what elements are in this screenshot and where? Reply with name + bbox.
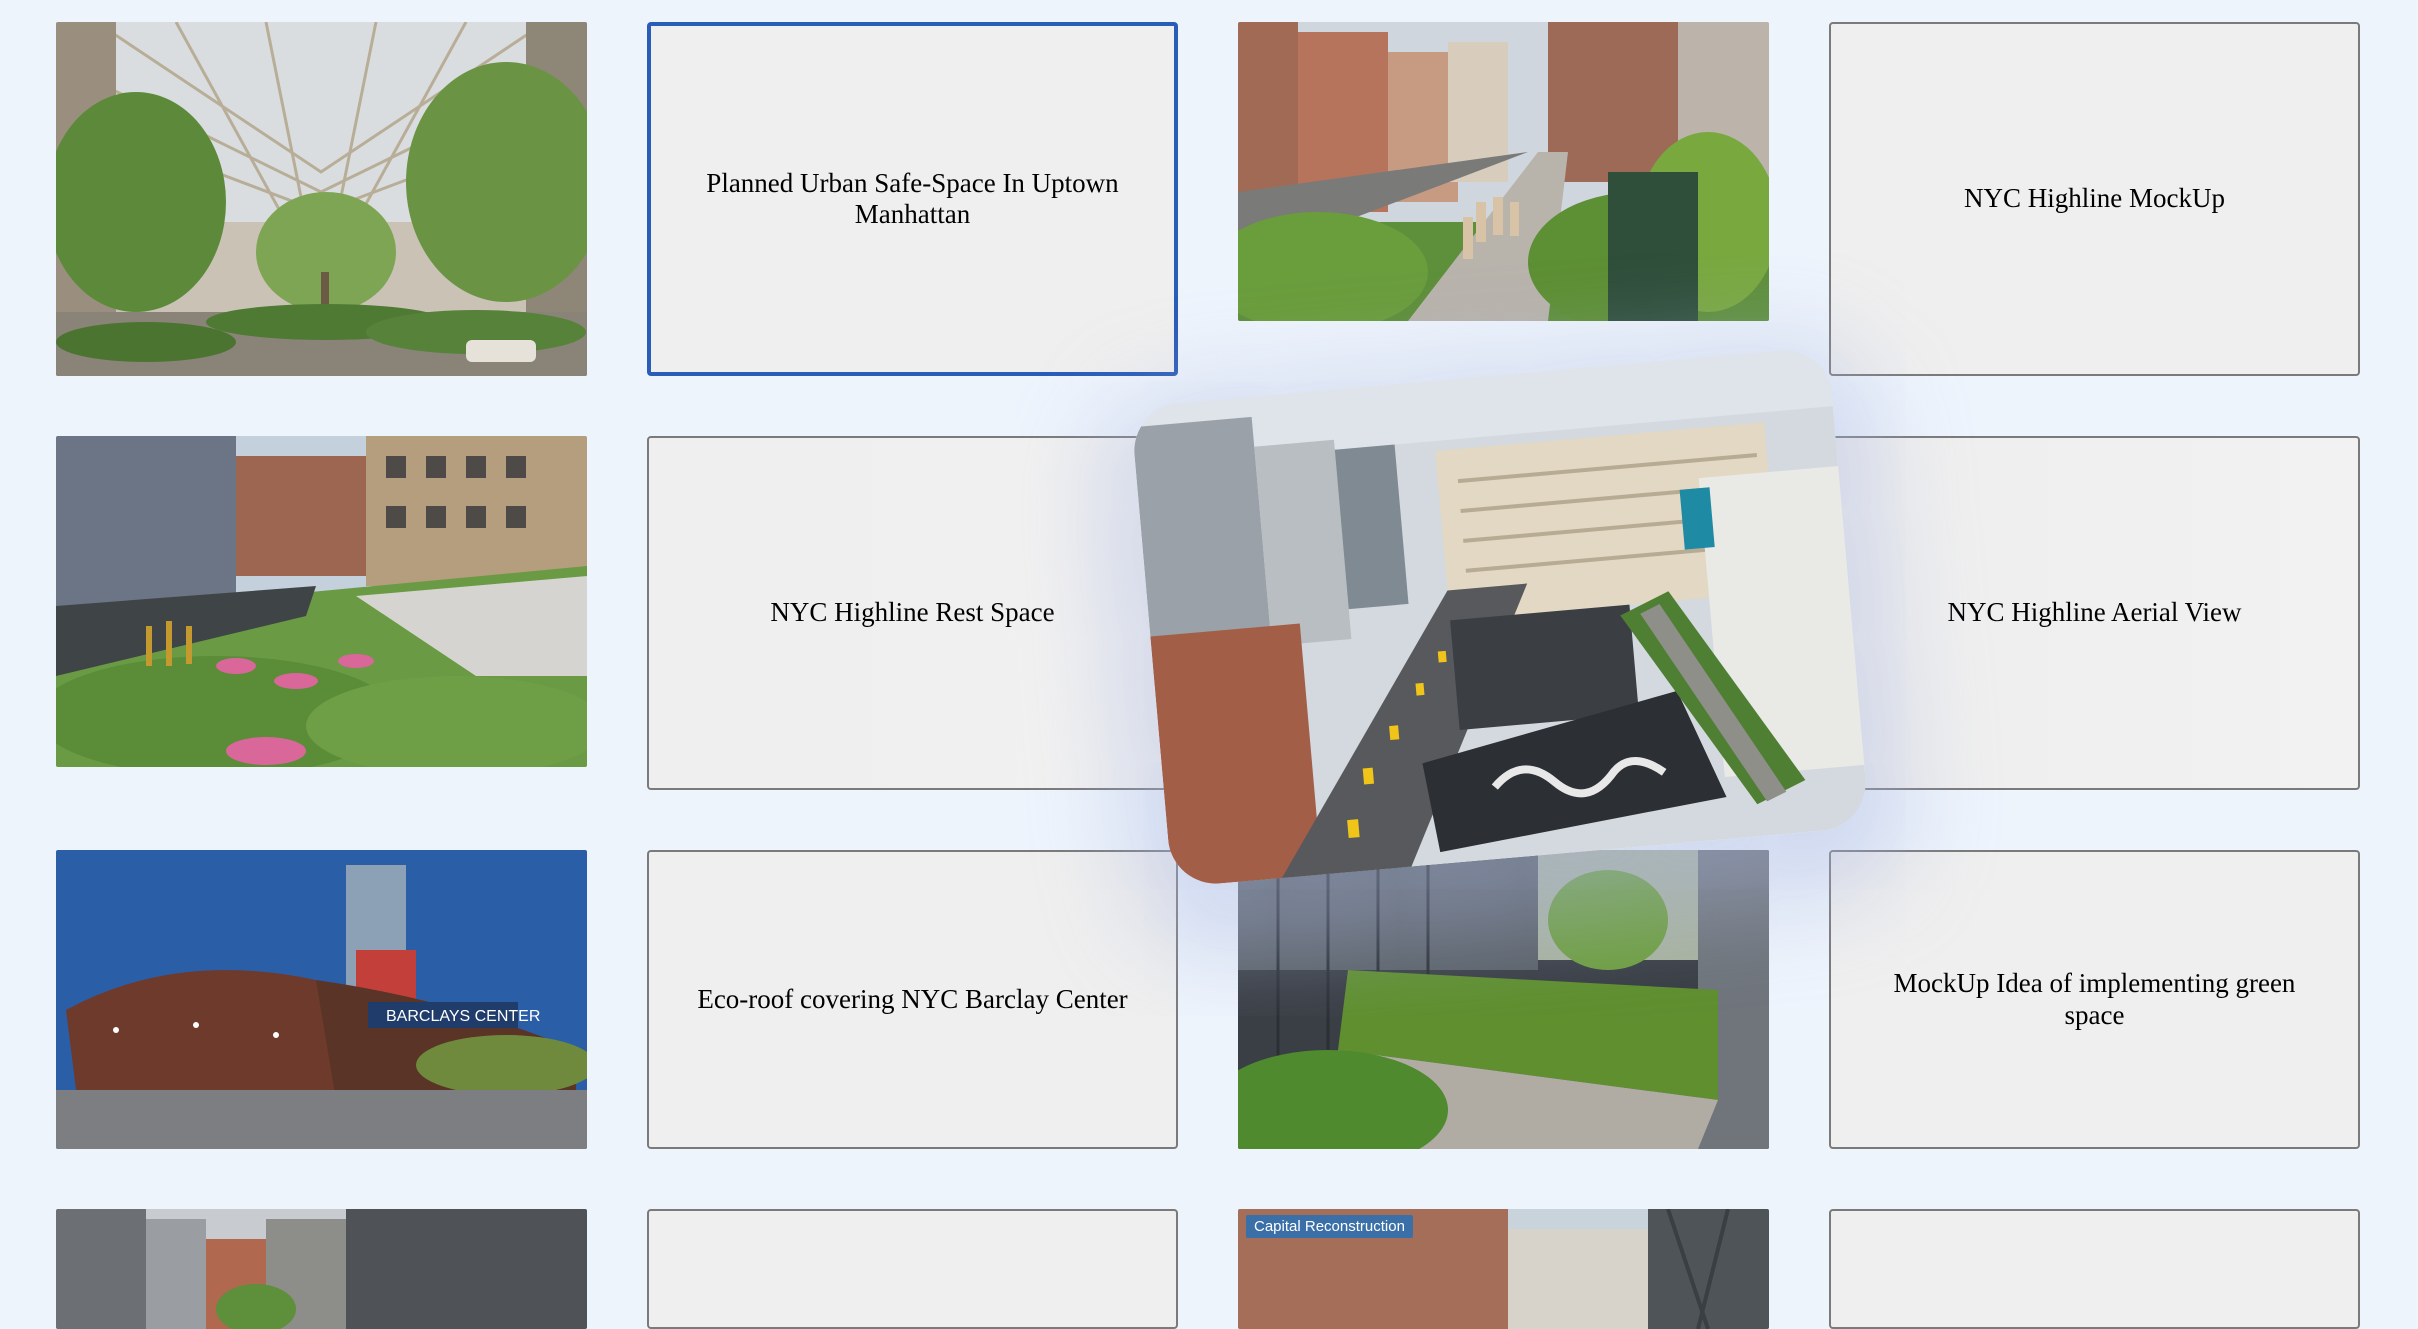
highline-garden-image xyxy=(56,436,587,767)
photo-street-buildings[interactable] xyxy=(56,1209,587,1329)
card-label: NYC Highline Rest Space xyxy=(770,597,1055,628)
barclays-center-image: BARCLAYS CENTER xyxy=(56,850,587,1149)
barclays-sign-text: BARCLAYS CENTER xyxy=(386,1008,540,1025)
highline-walkway-image xyxy=(1238,22,1769,321)
green-roof-image xyxy=(1238,850,1769,1149)
photo-green-atrium-roof[interactable] xyxy=(1238,850,1769,1149)
card-nyc-highline-rest-space[interactable]: NYC Highline Rest Space xyxy=(647,436,1178,790)
card-row4-col2[interactable] xyxy=(647,1209,1178,1329)
photo-highline-walkway[interactable] xyxy=(1238,22,1769,321)
photo-highline-rest-garden[interactable] xyxy=(56,436,587,767)
street-buildings-image xyxy=(56,1209,587,1329)
card-label: Planned Urban Safe-Space In Uptown Manha… xyxy=(706,167,1119,229)
photo-capital-reconstruction[interactable]: Capital Reconstruction xyxy=(1238,1209,1769,1329)
photo-caption-label: Capital Reconstruction xyxy=(1246,1215,1413,1238)
card-label: NYC Highline MockUp xyxy=(1964,183,2225,214)
card-nyc-highline-mockup[interactable]: NYC Highline MockUp xyxy=(1829,22,2360,376)
card-row4-col4[interactable] xyxy=(1829,1209,2360,1329)
card-label: NYC Highline Aerial View xyxy=(1947,597,2242,628)
photo-barclays-center[interactable]: BARCLAYS CENTER xyxy=(56,850,587,1149)
card-mockup-green-space[interactable]: MockUp Idea of implementing green space xyxy=(1829,850,2360,1149)
card-nyc-highline-aerial-view[interactable]: NYC Highline Aerial View xyxy=(1829,436,2360,790)
highline-aerial-image xyxy=(1130,346,1870,888)
card-label: Eco-roof covering NYC Barclay Center xyxy=(697,983,1128,1014)
urban-atrium-image xyxy=(56,22,587,376)
enlarged-aerial-photo[interactable] xyxy=(1130,346,1870,888)
card-planned-urban-safe-space[interactable]: Planned Urban Safe-Space In Uptown Manha… xyxy=(647,22,1178,376)
card-eco-roof-barclay[interactable]: Eco-roof covering NYC Barclay Center xyxy=(647,850,1178,1149)
photo-urban-atrium[interactable] xyxy=(56,22,587,376)
card-label: MockUp Idea of implementing green space xyxy=(1893,968,2296,1030)
